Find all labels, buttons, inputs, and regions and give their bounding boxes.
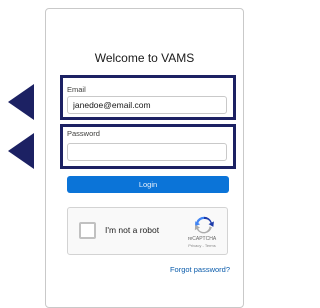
login-button[interactable]: Login [67, 176, 229, 193]
email-highlight-box [60, 75, 236, 120]
page-title: Welcome to VAMS [94, 51, 195, 65]
password-pointer-arrow-icon [8, 133, 34, 169]
recaptcha-links[interactable]: Privacy - Terms [178, 243, 226, 248]
recaptcha-brand: reCAPTCHA [187, 236, 217, 242]
password-highlight-box [60, 124, 236, 169]
recaptcha-widget: I'm not a robot reCAPTCHA Privacy - Term… [67, 207, 228, 255]
captcha-checkbox[interactable] [79, 222, 96, 239]
captcha-label: I'm not a robot [105, 225, 160, 235]
email-pointer-arrow-icon [8, 84, 34, 120]
forgot-password-link[interactable]: Forgot password? [45, 265, 230, 274]
recaptcha-logo-icon [194, 216, 214, 234]
